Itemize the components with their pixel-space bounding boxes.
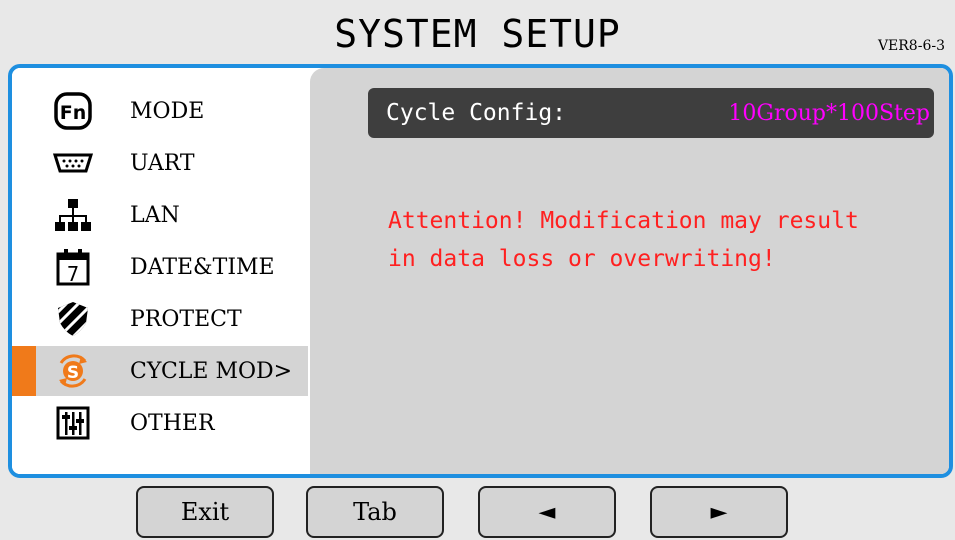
tab-button[interactable]: Tab (306, 486, 444, 538)
svg-text:7: 7 (67, 262, 79, 286)
sidebar-item-protect[interactable]: PROTECT (12, 294, 308, 344)
cycle-config-field[interactable]: Cycle Config: 10Group*100Step (368, 88, 934, 138)
sidebar-item-lan[interactable]: LAN (12, 190, 308, 240)
network-icon (50, 194, 96, 236)
sidebar-item-label: PROTECT (130, 306, 242, 332)
cycle-config-value: 10Group*100Step (728, 100, 930, 126)
sidebar-item-mode[interactable]: Fn MODE (12, 86, 308, 136)
sidebar-item-uart[interactable]: UART (12, 138, 308, 188)
warning-line: Attention! Modification may result (388, 208, 859, 234)
main-panel: Cycle Config: 10Group*100Step Attention!… (310, 68, 949, 474)
sidebar: Fn MODE UART LAN 7 DATE&TIME PROTECT S C… (12, 68, 308, 474)
version-label: VER8-6-3 (877, 38, 945, 54)
exit-button[interactable]: Exit (136, 486, 274, 538)
svg-text:S: S (67, 363, 79, 383)
warning-message: Attention! Modification may result in da… (388, 202, 948, 278)
shield-icon (50, 298, 96, 340)
sidebar-item-cycle-mode[interactable]: S CYCLE MOD> (12, 346, 308, 396)
cycle-config-label: Cycle Config: (386, 100, 567, 126)
sidebar-item-other[interactable]: OTHER (12, 398, 308, 448)
cycle-icon: S (50, 350, 96, 392)
sidebar-item-datetime[interactable]: 7 DATE&TIME (12, 242, 308, 292)
fn-icon: Fn (50, 90, 96, 132)
sidebar-item-label: MODE (130, 98, 205, 124)
sliders-icon (50, 402, 96, 444)
previous-button[interactable]: ◄ (478, 486, 616, 538)
sidebar-item-label: OTHER (130, 410, 215, 436)
sidebar-item-label: LAN (130, 202, 180, 228)
setup-frame: Fn MODE UART LAN 7 DATE&TIME PROTECT S C… (8, 64, 953, 478)
warning-line: in data loss or overwriting! (388, 246, 776, 272)
next-button[interactable]: ► (650, 486, 788, 538)
sidebar-item-label: CYCLE MOD> (130, 358, 293, 384)
arrow-left-icon: ◄ (538, 499, 556, 525)
svg-text:Fn: Fn (60, 102, 87, 124)
selection-indicator (12, 346, 36, 396)
arrow-right-icon: ► (710, 499, 728, 525)
serial-port-icon (50, 142, 96, 184)
sidebar-item-label: UART (130, 150, 195, 176)
sidebar-item-label: DATE&TIME (130, 254, 275, 280)
page-title: SYSTEM SETUP (334, 12, 621, 56)
calendar-icon: 7 (50, 246, 96, 288)
